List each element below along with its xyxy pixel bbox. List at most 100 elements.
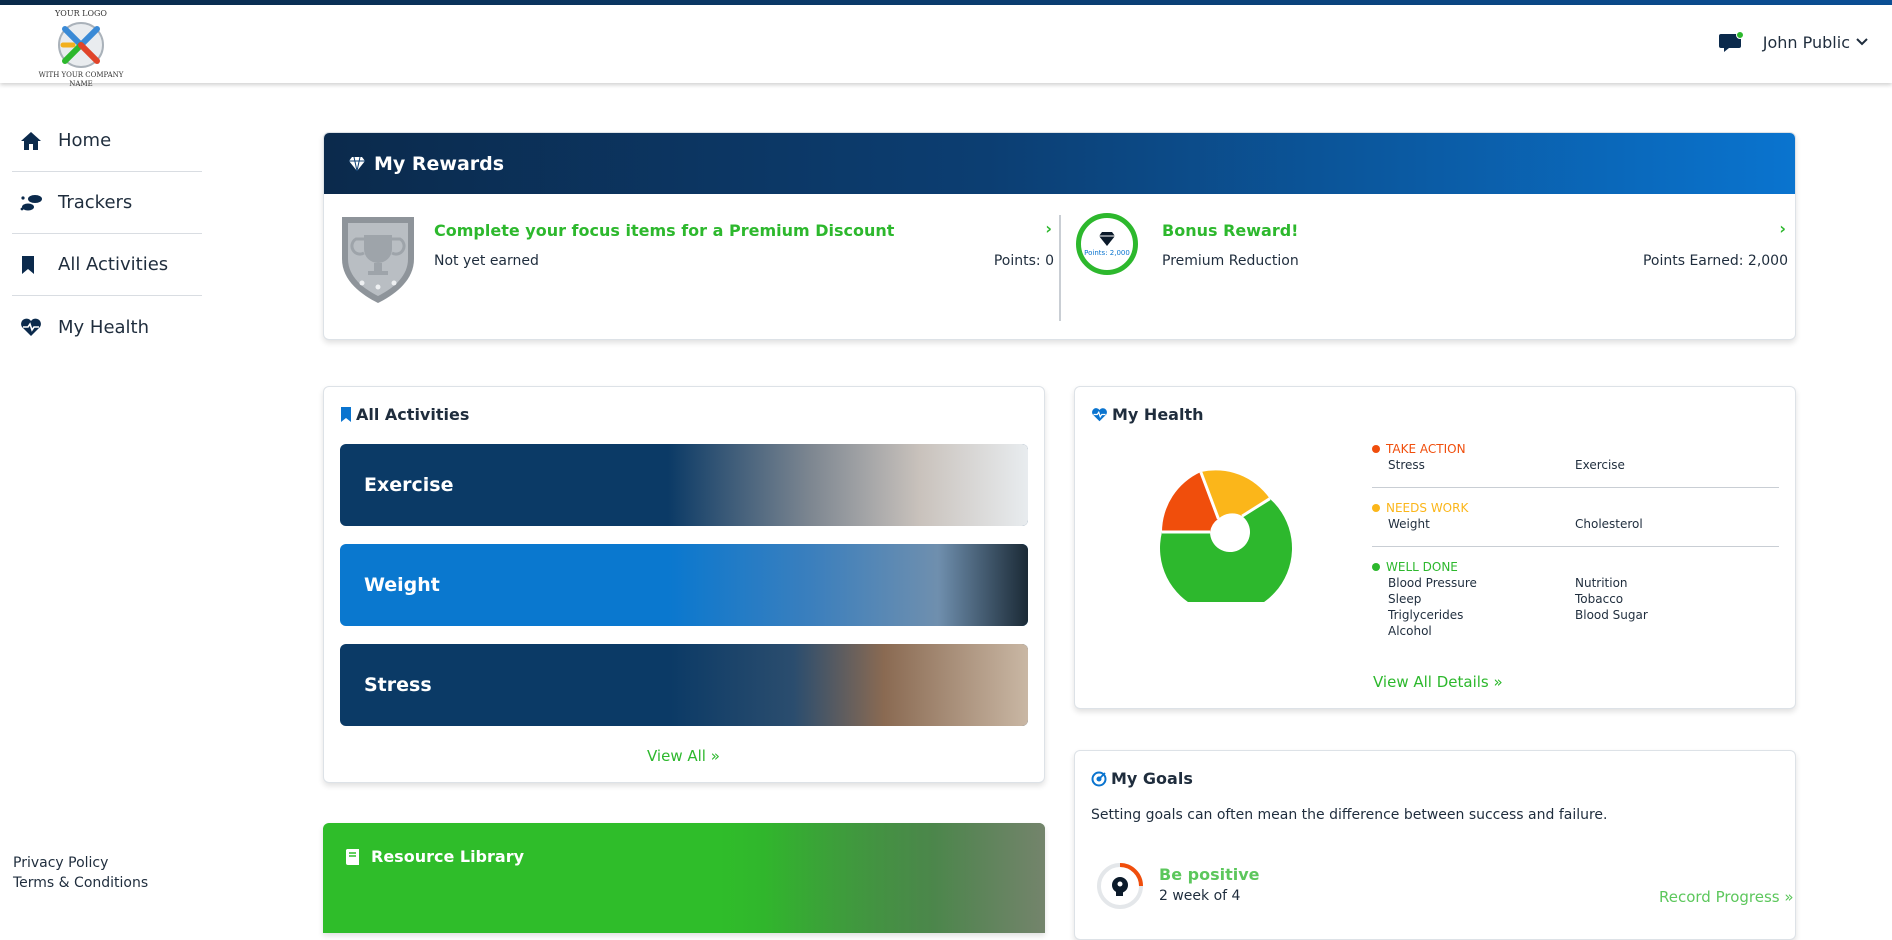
goal-title[interactable]: Be positive [1159, 865, 1259, 884]
activity-tile-weight[interactable]: Weight [340, 544, 1028, 626]
sidebar-item-label: Trackers [58, 192, 133, 213]
rewards-title: My Rewards [374, 152, 505, 175]
legend-item: Cholesterol [1575, 517, 1643, 531]
library-title: Resource Library [371, 847, 525, 866]
target-icon [1091, 771, 1107, 786]
activity-tile-stress[interactable]: Stress [340, 644, 1028, 726]
sidebar-item-my-health[interactable]: My Health [12, 296, 202, 358]
diamond-icon [1099, 232, 1115, 246]
bonus-badge-points: Points: 2,000 [1084, 249, 1130, 257]
legend-item: Blood Pressure [1388, 576, 1477, 590]
status-dot [1372, 563, 1380, 571]
bookmark-icon [341, 407, 351, 422]
activities-heading: All Activities [340, 405, 469, 424]
activity-tile-label: Stress [364, 674, 432, 696]
goals-card: My Goals Setting goals can often mean th… [1074, 750, 1796, 940]
chat-bubble-icon[interactable] [1718, 31, 1744, 53]
heart-pulse-icon [1092, 408, 1107, 422]
legend-item: Weight [1388, 517, 1430, 531]
sidebar-nav: Home Trackers All Activities My Health [0, 110, 204, 358]
goal-progress-text: 2 week of 4 [1159, 888, 1241, 904]
health-card: My Health TAKE ACTION Stress Exercise NE… [1074, 386, 1796, 709]
activity-tile-label: Exercise [364, 474, 454, 496]
home-icon [20, 131, 58, 151]
chevron-right-icon: › [1779, 219, 1786, 238]
activities-card: All Activities Exercise Weight Stress Vi… [323, 386, 1045, 783]
legend-item: Blood Sugar [1575, 608, 1648, 622]
user-menu[interactable]: John Public [1763, 33, 1868, 52]
logo-line2: WITH YOUR COMPANY NAME [38, 71, 124, 88]
activity-tile-exercise[interactable]: Exercise [340, 444, 1028, 526]
legend-status: NEEDS WORK [1386, 501, 1469, 515]
goal-progress-ring [1097, 863, 1143, 909]
legend-take-action: TAKE ACTION Stress Exercise [1372, 442, 1777, 472]
double-chevron-right-icon: » [1493, 673, 1503, 691]
footer-links: Privacy Policy Terms & Conditions [13, 853, 148, 893]
legend-status: TAKE ACTION [1386, 442, 1466, 456]
logo-mark-icon [58, 22, 104, 68]
library-heading: Resource Library [345, 847, 524, 866]
app-header: YOUR LOGO WITH YOUR COMPANY NAME John Pu… [0, 5, 1892, 88]
privacy-policy-link[interactable]: Privacy Policy [13, 853, 148, 873]
company-logo[interactable]: YOUR LOGO WITH YOUR COMPANY NAME [30, 9, 132, 88]
trophy-shield-icon [342, 217, 414, 303]
diamond-icon [349, 156, 365, 171]
footprints-icon [20, 193, 58, 213]
legend-status: WELL DONE [1386, 560, 1458, 574]
rewards-divider [1059, 215, 1061, 321]
rewards-card: My Rewards Complete your focus items for… [323, 132, 1796, 340]
activities-title: All Activities [356, 405, 470, 424]
view-all-details-link[interactable]: View All Details » [1373, 673, 1503, 691]
resource-library-card[interactable]: Resource Library [323, 823, 1045, 933]
rewards-header: My Rewards [324, 133, 1795, 194]
terms-link[interactable]: Terms & Conditions [13, 873, 148, 893]
premium-discount-points: Points: 0 [993, 253, 1054, 269]
exercise-image [668, 444, 1028, 526]
goals-title: My Goals [1111, 769, 1193, 788]
record-progress-link[interactable]: Record Progress » [1659, 888, 1794, 906]
premium-discount-reward[interactable]: Complete your focus items for a Premium … [334, 217, 1054, 323]
goals-description: Setting goals can often mean the differe… [1091, 807, 1608, 823]
legend-divider [1372, 546, 1779, 547]
double-chevron-right-icon: » [710, 747, 720, 765]
view-all-label: View All [647, 747, 706, 765]
sidebar-item-label: My Health [58, 316, 150, 338]
bookmark-icon [20, 255, 58, 275]
book-icon [346, 848, 359, 865]
record-progress-label: Record Progress [1659, 888, 1780, 906]
premium-discount-title: Complete your focus items for a Premium … [434, 221, 895, 240]
sidebar-item-label: All Activities [58, 254, 169, 275]
activity-tile-label: Weight [364, 574, 440, 596]
legend-item: Sleep [1388, 592, 1422, 606]
legend-item: Tobacco [1575, 592, 1624, 606]
sidebar-item-all-activities[interactable]: All Activities [12, 234, 202, 296]
view-all-details-label: View All Details [1373, 673, 1489, 691]
legend-item: Exercise [1575, 458, 1625, 472]
health-title: My Health [1112, 405, 1204, 424]
view-all-link[interactable]: View All » [647, 747, 720, 765]
status-dot [1372, 504, 1380, 512]
head-brain-icon [1112, 877, 1128, 896]
library-image [765, 823, 1045, 933]
sidebar-item-trackers[interactable]: Trackers [12, 172, 202, 234]
sidebar-item-home[interactable]: Home [12, 110, 202, 172]
bonus-reward-title: Bonus Reward! [1162, 221, 1299, 240]
legend-divider [1372, 487, 1779, 488]
sidebar-item-label: Home [58, 130, 112, 151]
chevron-right-icon: › [1045, 219, 1052, 238]
legend-item: Nutrition [1575, 576, 1628, 590]
legend-well-done: WELL DONE Blood Pressure Nutrition Sleep… [1372, 560, 1777, 638]
premium-discount-status: Not yet earned [434, 253, 539, 269]
health-heading: My Health [1091, 405, 1203, 424]
double-chevron-right-icon: » [1784, 888, 1794, 906]
stress-image [668, 644, 1028, 726]
user-name: John Public [1762, 32, 1850, 52]
legend-needs-work: NEEDS WORK Weight Cholesterol [1372, 501, 1777, 531]
bonus-reward-points: Points Earned: 2,000 [1642, 253, 1788, 269]
goals-heading: My Goals [1091, 769, 1193, 788]
legend-item: Alcohol [1388, 624, 1432, 638]
chevron-down-icon [1856, 38, 1868, 46]
legend-item: Triglycerides [1388, 608, 1464, 622]
legend-item: Stress [1388, 458, 1425, 472]
bonus-reward[interactable]: Points: 2,000 Bonus Reward! Premium Redu… [1076, 213, 1788, 323]
